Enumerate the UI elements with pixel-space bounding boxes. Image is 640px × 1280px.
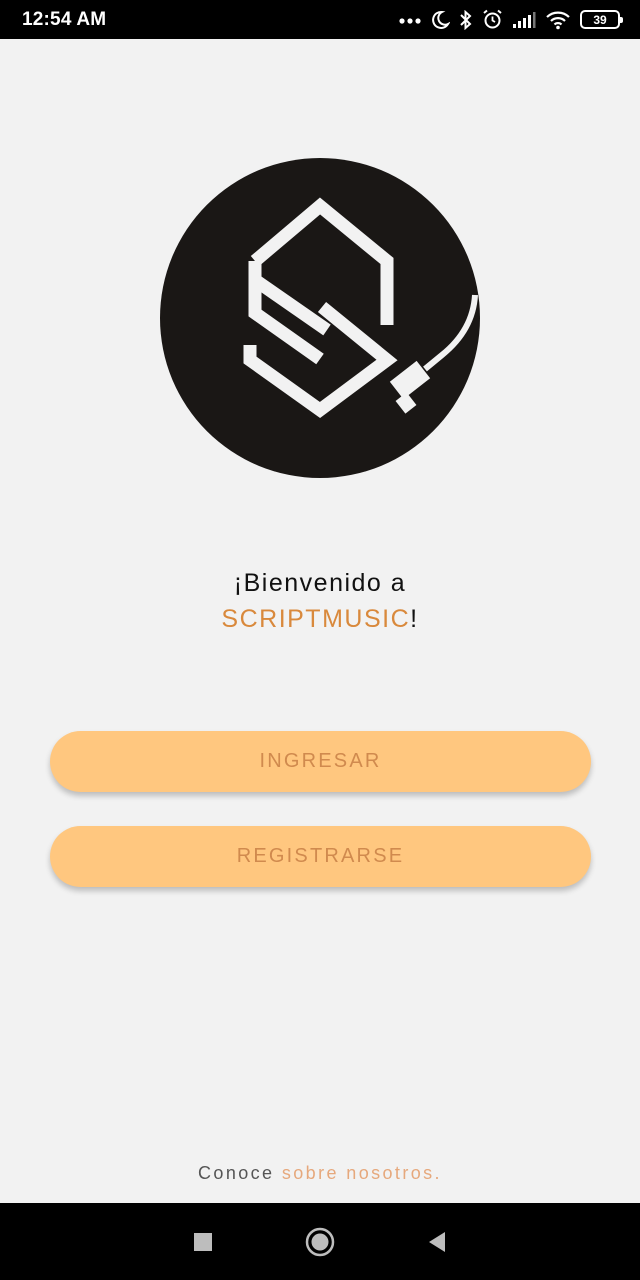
register-button[interactable]: REGISTRARSE bbox=[50, 826, 591, 887]
welcome-line: ¡Bienvenido a bbox=[233, 569, 407, 597]
bluetooth-icon bbox=[459, 9, 473, 30]
footer-prefix: Conoce bbox=[198, 1163, 282, 1183]
battery-icon: 39 bbox=[580, 10, 623, 29]
status-icons: 39 bbox=[399, 9, 623, 30]
system-nav-bar bbox=[0, 1203, 640, 1280]
recents-square-icon[interactable] bbox=[193, 1232, 213, 1252]
more-dots-icon bbox=[399, 16, 421, 24]
back-triangle-icon[interactable] bbox=[427, 1231, 447, 1253]
signal-icon bbox=[512, 11, 536, 29]
scriptmusic-logo-icon bbox=[157, 155, 483, 481]
about-us-link[interactable]: sobre nosotros. bbox=[282, 1163, 442, 1183]
login-button[interactable]: INGRESAR bbox=[50, 731, 591, 792]
moon-icon bbox=[430, 10, 450, 30]
alarm-icon bbox=[482, 9, 503, 30]
brand-line: SCRIPTMUSIC! bbox=[0, 601, 640, 637]
home-circle-icon[interactable] bbox=[305, 1227, 335, 1257]
brand-exclamation: ! bbox=[410, 605, 419, 633]
status-time: 12:54 AM bbox=[22, 8, 107, 30]
about-us-footer: Conoce sobre nosotros. bbox=[0, 1163, 640, 1184]
welcome-message: ¡Bienvenido a SCRIPTMUSIC! bbox=[0, 565, 640, 637]
status-bar: 12:54 AM 39 bbox=[0, 0, 640, 39]
brand-name: SCRIPTMUSIC bbox=[221, 605, 411, 633]
wifi-icon bbox=[545, 10, 571, 30]
welcome-screen: ¡Bienvenido a SCRIPTMUSIC! INGRESAR REGI… bbox=[0, 39, 640, 1203]
